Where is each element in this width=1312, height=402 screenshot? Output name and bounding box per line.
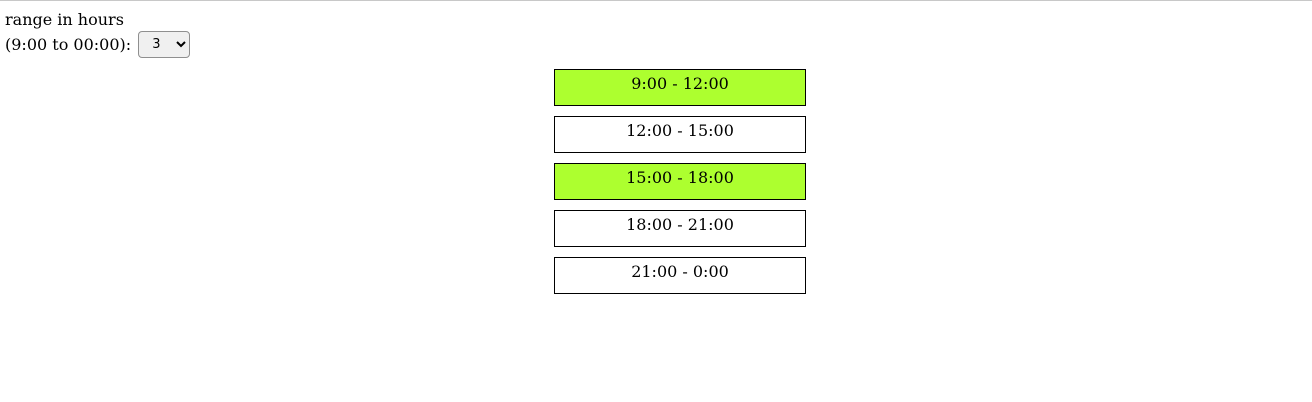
range-label-line2: (9:00 to 00:00): (5, 35, 132, 54)
time-slot[interactable]: 15:00 - 18:00 (554, 163, 806, 200)
time-slot[interactable]: 21:00 - 0:00 (554, 257, 806, 294)
range-label-line1: range in hours (5, 10, 124, 29)
time-slot[interactable]: 12:00 - 15:00 (554, 116, 806, 153)
time-slot[interactable]: 18:00 - 21:00 (554, 210, 806, 247)
range-label-row: (9:00 to 00:00): 3 (5, 31, 191, 59)
range-control: range in hours (9:00 to 00:00): 3 (5, 7, 191, 59)
time-slot-list: 9:00 - 12:00 12:00 - 15:00 15:00 - 18:00… (554, 69, 806, 304)
range-hours-select[interactable]: 3 (138, 31, 191, 58)
time-slot[interactable]: 9:00 - 12:00 (554, 69, 806, 106)
top-divider (0, 0, 1312, 1)
